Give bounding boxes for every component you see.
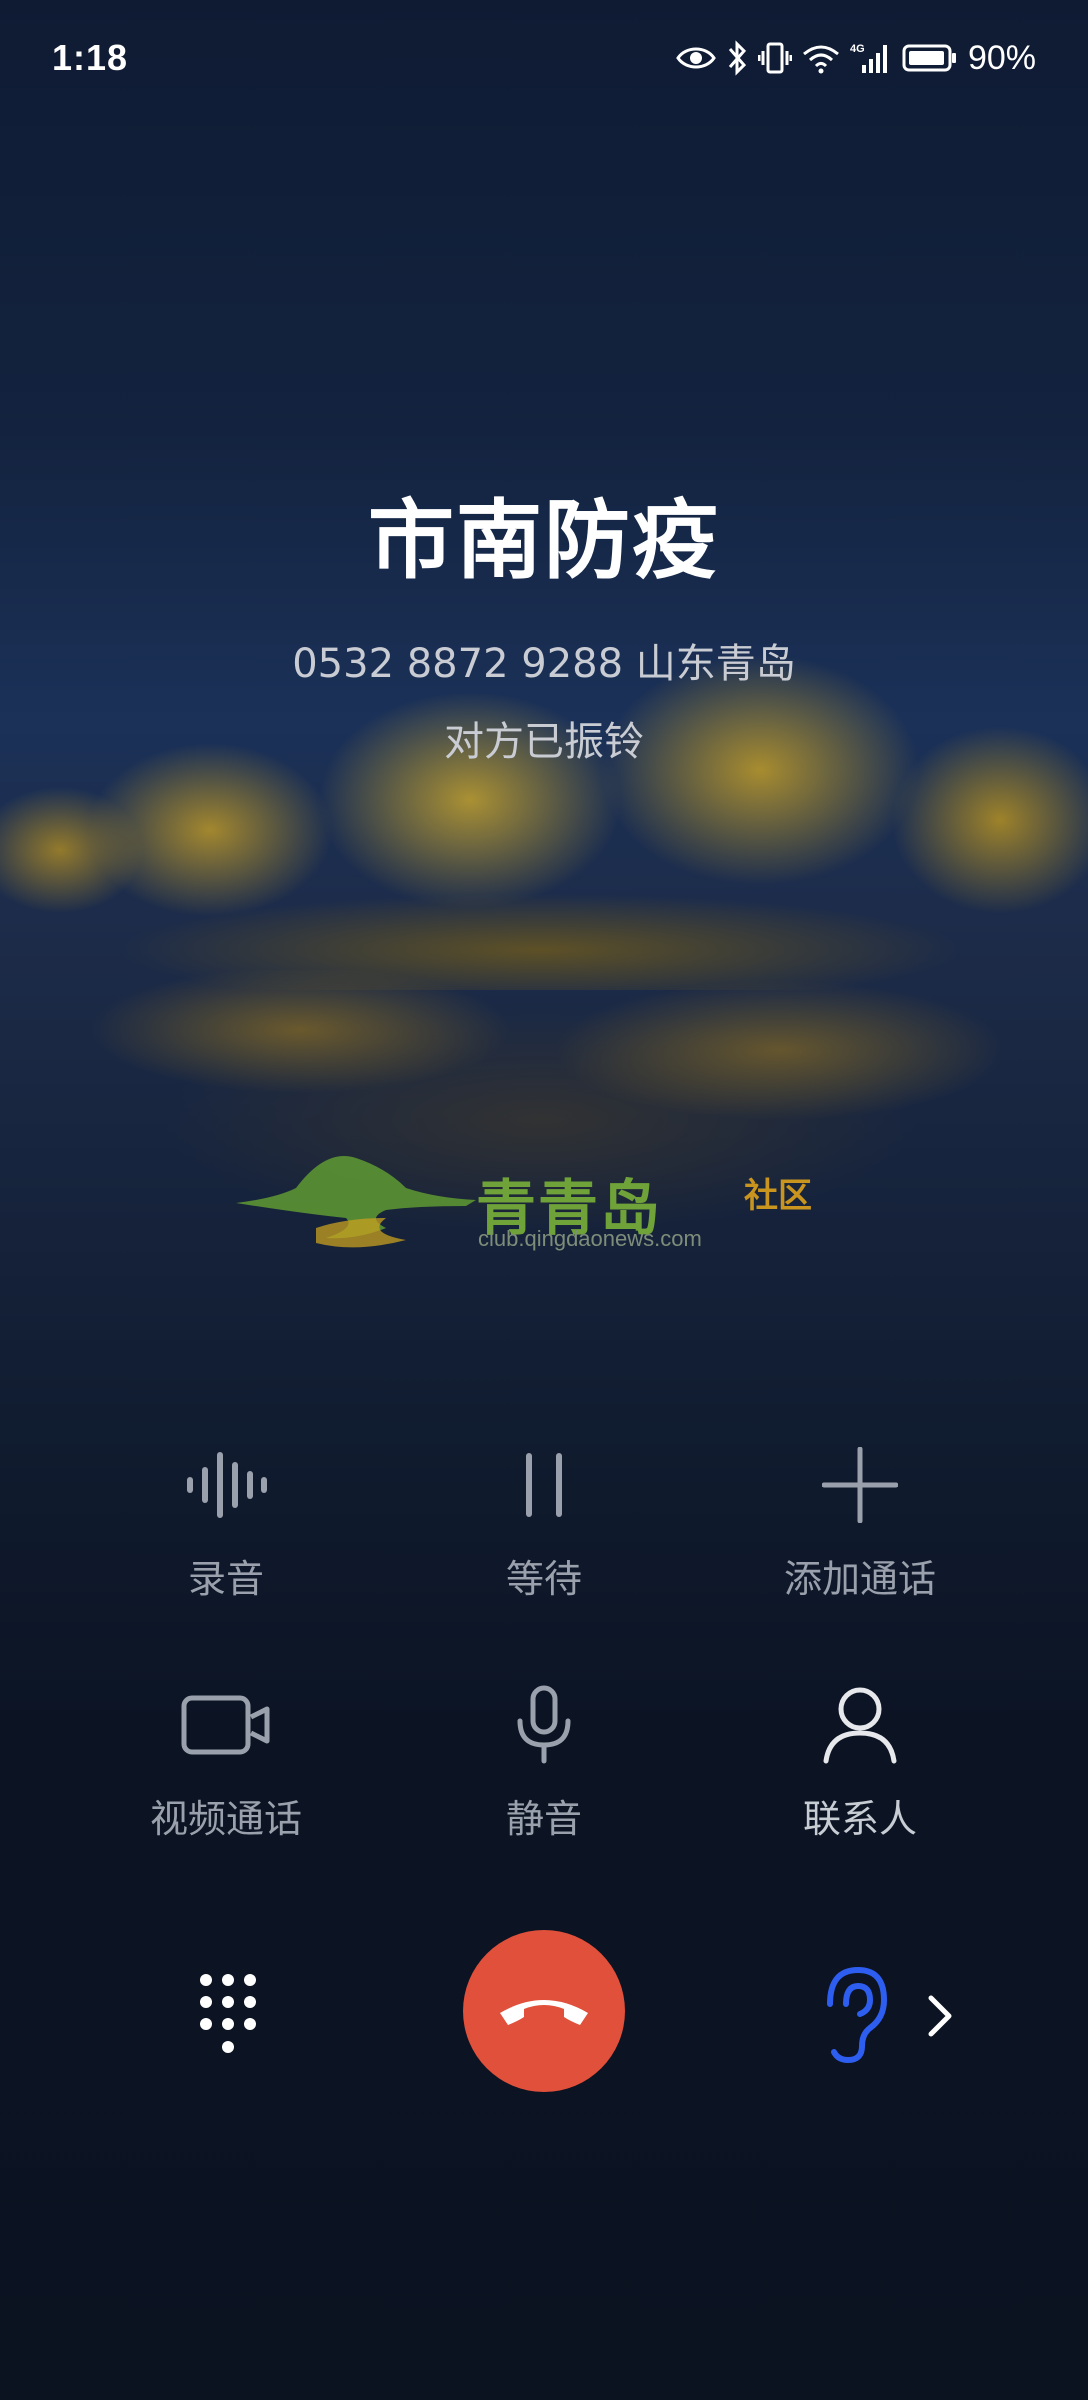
video-camera-icon bbox=[76, 1670, 376, 1780]
watermark-url: club.qingdaonews.com bbox=[478, 1226, 702, 1251]
earpiece-icon bbox=[827, 1966, 888, 2064]
status-bar: 1:18 4G 90% bbox=[0, 0, 1088, 116]
record-button[interactable]: 录音 bbox=[76, 1430, 376, 1603]
chevron-right-icon bbox=[928, 1995, 952, 2037]
watermark-subtitle: 社区 bbox=[744, 1177, 812, 1215]
end-call-button[interactable] bbox=[463, 1930, 625, 2092]
video-call-label: 视频通话 bbox=[149, 1797, 302, 1841]
battery-icon bbox=[902, 42, 958, 74]
hold-button[interactable]: 等待 bbox=[394, 1430, 694, 1603]
contacts-label: 联系人 bbox=[802, 1797, 917, 1841]
plus-icon bbox=[710, 1430, 1010, 1540]
add-call-button[interactable]: 添加通话 bbox=[710, 1430, 1010, 1603]
microphone-icon bbox=[394, 1670, 694, 1780]
vibrate-icon bbox=[757, 41, 792, 75]
status-icons: 4G 90% bbox=[676, 39, 1036, 78]
dialpad-button[interactable] bbox=[196, 1970, 260, 2060]
contacts-button[interactable]: 联系人 bbox=[710, 1670, 1010, 1843]
audio-output-button[interactable] bbox=[820, 1964, 970, 2064]
svg-text:4G: 4G bbox=[850, 43, 865, 55]
caller-name: 市南防疫 bbox=[368, 491, 720, 591]
add-call-label: 添加通话 bbox=[783, 1557, 936, 1601]
caller-info: 市南防疫 0532 8872 9288 山东青岛 对方已振铃 bbox=[0, 470, 1088, 767]
hang-up-icon bbox=[500, 2000, 588, 2025]
signal-4g-icon: 4G bbox=[850, 41, 892, 75]
mute-button[interactable]: 静音 bbox=[394, 1670, 694, 1843]
caller-number-location: 0532 8872 9288 山东青岛 bbox=[292, 641, 796, 687]
watermark: 青青岛 社区 club.qingdaonews.com bbox=[236, 1140, 836, 1260]
hold-label: 等待 bbox=[505, 1557, 582, 1601]
status-time: 1:18 bbox=[52, 37, 129, 78]
battery-percent: 90% bbox=[967, 38, 1036, 77]
video-call-button[interactable]: 视频通话 bbox=[76, 1670, 376, 1843]
wifi-icon bbox=[802, 42, 840, 74]
bluetooth-icon bbox=[726, 40, 748, 76]
bottom-actions bbox=[0, 1930, 1088, 2100]
waveform-icon bbox=[76, 1430, 376, 1540]
eye-icon bbox=[676, 44, 716, 72]
pause-icon bbox=[394, 1430, 694, 1540]
record-label: 录音 bbox=[187, 1557, 264, 1601]
dialpad-icon bbox=[200, 1974, 256, 2053]
watermark-logo-icon bbox=[236, 1148, 476, 1263]
person-icon bbox=[710, 1670, 1010, 1780]
mute-label: 静音 bbox=[505, 1797, 582, 1841]
call-status: 对方已振铃 bbox=[444, 719, 644, 765]
